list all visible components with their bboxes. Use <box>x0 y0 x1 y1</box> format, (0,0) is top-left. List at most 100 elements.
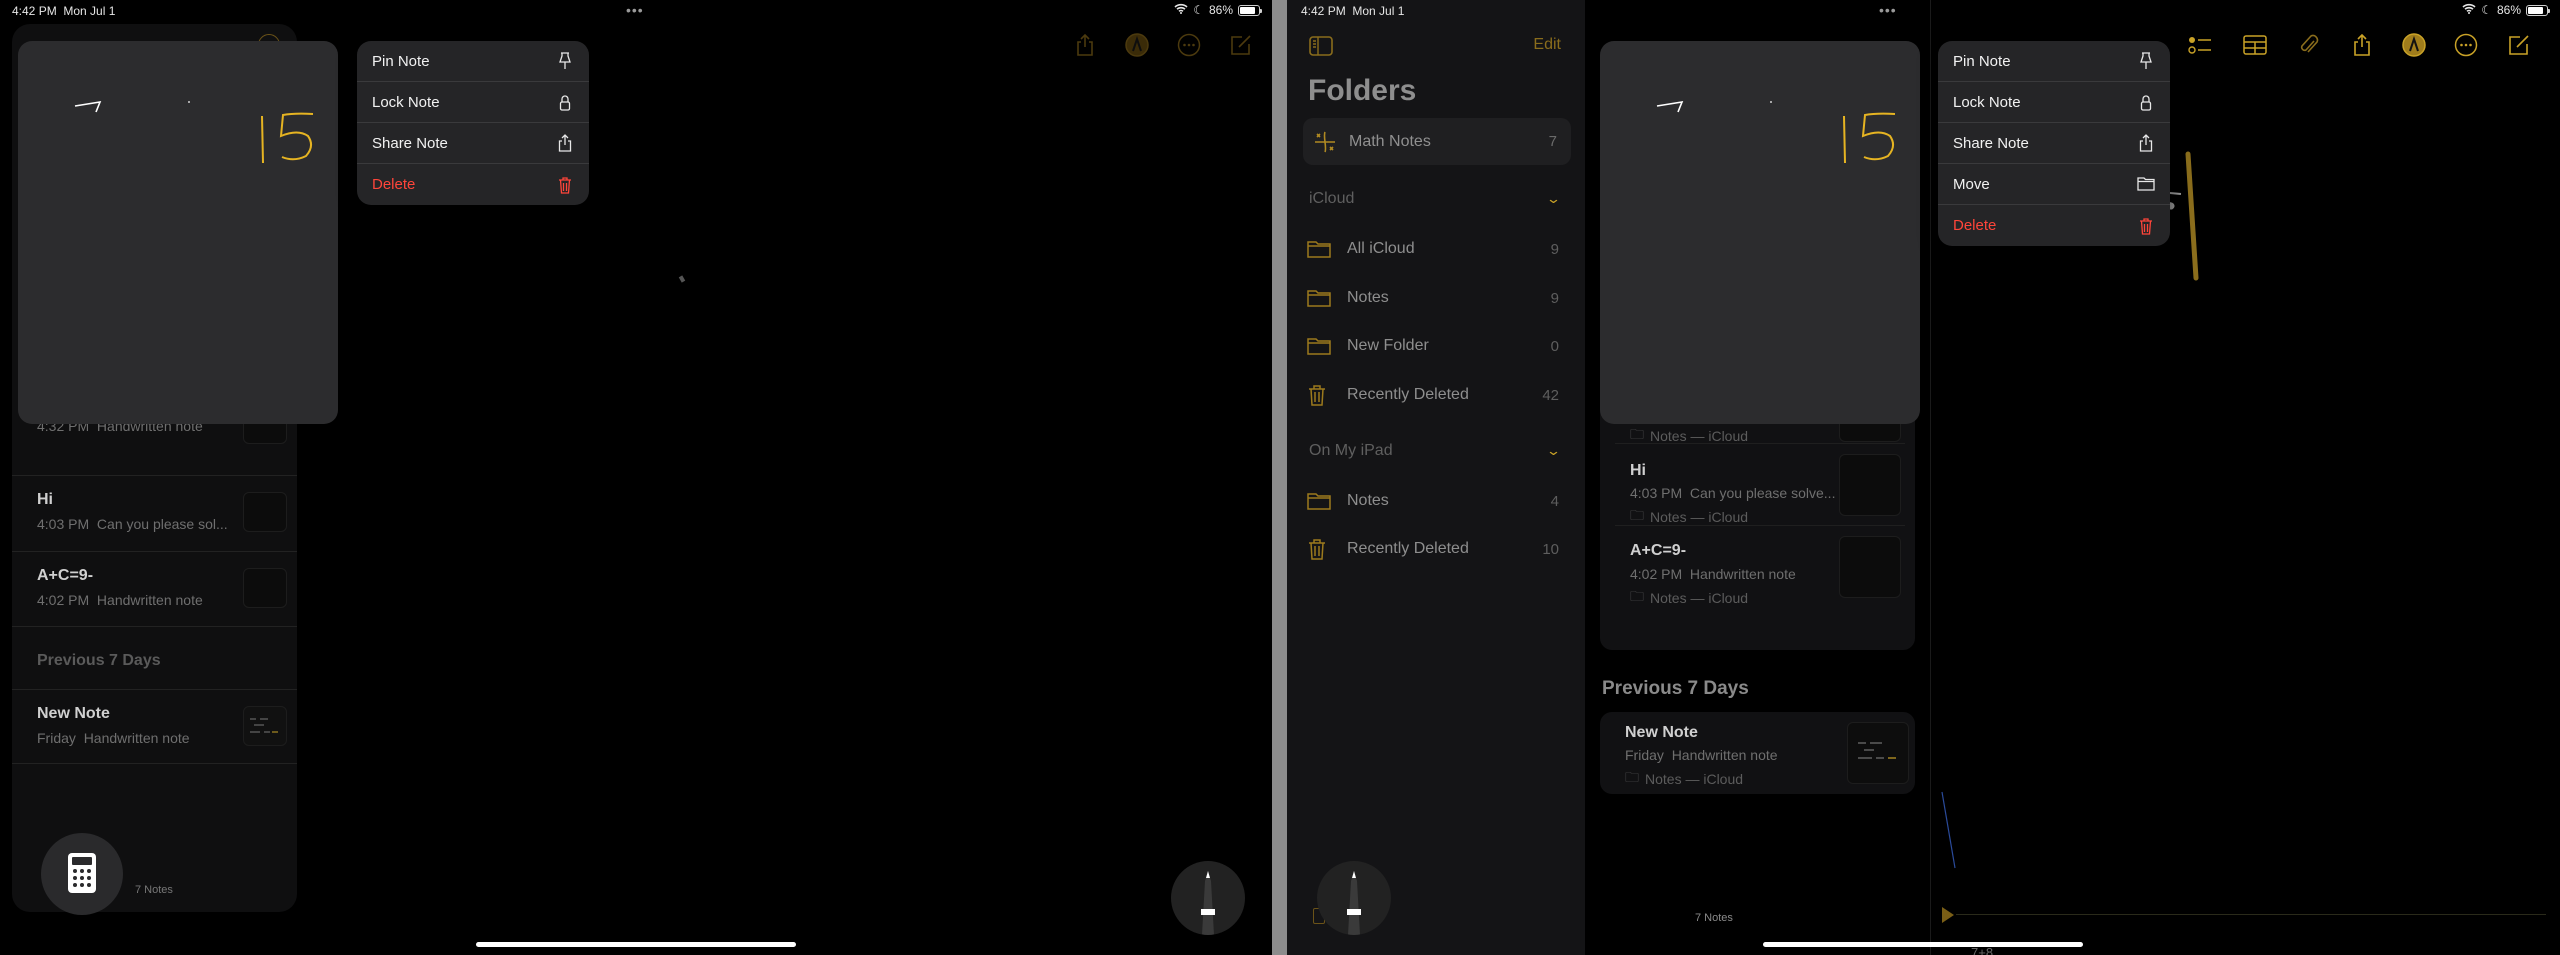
notes-count: 7 Notes <box>1695 912 1733 924</box>
status-time: 4:42 PM <box>12 4 57 18</box>
status-time-date: 4:42 PM Mon Jul 1 <box>12 4 115 18</box>
battery-icon <box>1238 4 1262 16</box>
multitask-dots[interactable]: ••• <box>1879 2 1897 18</box>
system-status-icons: ☾ 86% <box>1174 3 1262 17</box>
note-location: 🗀 Notes — iCloud <box>1630 586 1748 610</box>
compose-icon[interactable] <box>2506 32 2532 58</box>
share-icon <box>2137 134 2155 152</box>
share-icon[interactable] <box>1072 32 1098 58</box>
canvas-stroke-mark <box>678 275 686 283</box>
note-list-item[interactable]: Hi 4:03 PM Can you please sol... <box>12 476 297 552</box>
handwriting-preview <box>1656 100 1896 164</box>
checklist-icon[interactable] <box>2187 32 2213 58</box>
note-list-item[interactable]: A+C=9- 4:02 PM Handwritten note <box>12 552 297 627</box>
folder-icon <box>1307 240 1333 258</box>
section-header-previous-7-days: Previous 7 Days <box>1602 678 1749 699</box>
note-thumbnail <box>1847 722 1909 784</box>
menu-item-lock-note[interactable]: Lock Note <box>1938 82 2170 123</box>
pencil-tool-button[interactable] <box>1171 861 1245 935</box>
note-thumbnail <box>1839 536 1901 598</box>
menu-item-share-note[interactable]: Share Note <box>357 123 589 164</box>
attachment-icon[interactable] <box>2296 32 2322 58</box>
section-icloud[interactable]: iCloud ⌄ <box>1309 190 1562 208</box>
more-icon[interactable] <box>2453 32 2479 58</box>
menu-item-move[interactable]: Move <box>1938 164 2170 205</box>
math-calculator-button[interactable] <box>41 833 123 915</box>
folder-new-folder[interactable]: New Folder 0 <box>1307 332 1559 360</box>
battery-percent: 86% <box>1208 3 1233 17</box>
moon-icon: ☾ <box>2481 3 2492 17</box>
more-icon[interactable] <box>1176 32 1202 58</box>
lock-icon <box>556 93 574 111</box>
menu-item-share-note[interactable]: Share Note <box>1938 123 2170 164</box>
notes-count: 7 Notes <box>135 884 173 896</box>
note-thumbnail <box>1839 454 1901 516</box>
sidebar-title: Folders <box>1308 74 1417 107</box>
menu-item-pin-note[interactable]: Pin Note <box>1938 41 2170 82</box>
markup-icon[interactable] <box>2401 32 2427 58</box>
wifi-icon <box>2462 3 2476 17</box>
folder-notes-ipad[interactable]: Notes 4 <box>1307 487 1559 515</box>
folder-recently-deleted-icloud[interactable]: Recently Deleted 42 <box>1307 381 1559 409</box>
trash-icon <box>1307 384 1333 406</box>
pin-icon <box>556 52 574 70</box>
note-thumbnail <box>243 492 287 532</box>
note-preview-card[interactable] <box>1600 41 1920 424</box>
folder-icon <box>1307 337 1333 355</box>
folder-all-icloud[interactable]: All iCloud 9 <box>1307 235 1559 263</box>
note-location: 🗀 Notes — iCloud <box>1625 767 1743 791</box>
note-subtitle: 4:02 PM Handwritten note <box>37 592 203 608</box>
note-title: New Note <box>37 705 110 722</box>
pencil-tool-button[interactable] <box>1317 861 1391 935</box>
menu-item-delete[interactable]: Delete <box>1938 205 2170 246</box>
home-indicator[interactable] <box>476 942 796 947</box>
note-list-item[interactable]: New Note Friday Handwritten note 🗀 Notes … <box>1600 712 1915 794</box>
multitask-dots[interactable]: ••• <box>626 2 644 18</box>
system-status-icons: ☾ 86% <box>2462 3 2550 17</box>
folder-recently-deleted-ipad[interactable]: Recently Deleted 10 <box>1307 535 1559 563</box>
share-icon <box>556 134 574 152</box>
folder-icon: 🗀 <box>1625 769 1639 785</box>
edit-button[interactable]: Edit <box>1533 36 1561 54</box>
trash-icon <box>1307 538 1333 560</box>
folders-sidebar: 4:42 PM Mon Jul 1 Edit Folders Math Note… <box>1287 0 1585 955</box>
note-list-item[interactable]: Hi 4:03 PM Can you please solve... 🗀 Note… <box>1615 444 1905 526</box>
menu-item-lock-note[interactable]: Lock Note <box>357 82 589 123</box>
trash-icon <box>556 176 574 194</box>
menu-item-pin-note[interactable]: Pin Note <box>357 41 589 82</box>
section-header-previous-7-days: Previous 7 Days <box>37 652 161 669</box>
note-list-item[interactable]: New Note Friday Handwritten note <box>12 689 297 764</box>
folder-icon <box>1307 492 1333 510</box>
chevron-down-icon: ⌄ <box>1545 191 1562 206</box>
folder-icon <box>1307 289 1333 307</box>
share-icon[interactable] <box>2349 32 2375 58</box>
menu-item-delete[interactable]: Delete <box>357 164 589 205</box>
battery-icon <box>2526 4 2550 16</box>
section-on-my-ipad[interactable]: On My iPad ⌄ <box>1309 442 1561 460</box>
split-view-divider[interactable] <box>1272 0 1287 955</box>
note-title: A+C=9- <box>37 567 94 584</box>
wifi-icon <box>1174 3 1188 17</box>
folder-icon <box>2137 175 2155 193</box>
compose-icon[interactable] <box>1228 32 1254 58</box>
blue-pen-stroke <box>1941 791 1956 869</box>
pencil-icon <box>1347 871 1361 935</box>
math-notes-icon <box>1315 131 1335 152</box>
table-icon[interactable] <box>2242 32 2268 58</box>
markup-icon[interactable] <box>1124 32 1150 58</box>
folder-label: Math Notes <box>1349 132 1431 150</box>
note-context-menu: Pin Note Lock Note Share Note Move Delet… <box>1938 41 2170 246</box>
sidebar-toggle-icon[interactable] <box>1309 36 1333 61</box>
note-subtitle: Friday Handwritten note <box>37 730 190 746</box>
left-app-window: 4:42 PM Mon Jul 1 ••• ☾ 86% 4:32 PM Hand… <box>0 0 1272 955</box>
result-marker-icon[interactable] <box>1942 907 1954 923</box>
result-baseline <box>1956 914 2546 915</box>
note-preview-card[interactable] <box>18 41 338 424</box>
home-indicator[interactable] <box>1763 942 2083 947</box>
status-date: Mon Jul 1 <box>63 4 116 18</box>
folder-notes-icloud[interactable]: Notes 9 <box>1307 284 1559 312</box>
note-thumbnail <box>243 568 287 608</box>
calculator-icon <box>68 853 96 893</box>
folder-math-notes[interactable]: Math Notes 7 <box>1303 118 1571 165</box>
note-list-item[interactable]: A+C=9- 4:02 PM Handwritten note 🗀 Notes —… <box>1615 526 1905 608</box>
